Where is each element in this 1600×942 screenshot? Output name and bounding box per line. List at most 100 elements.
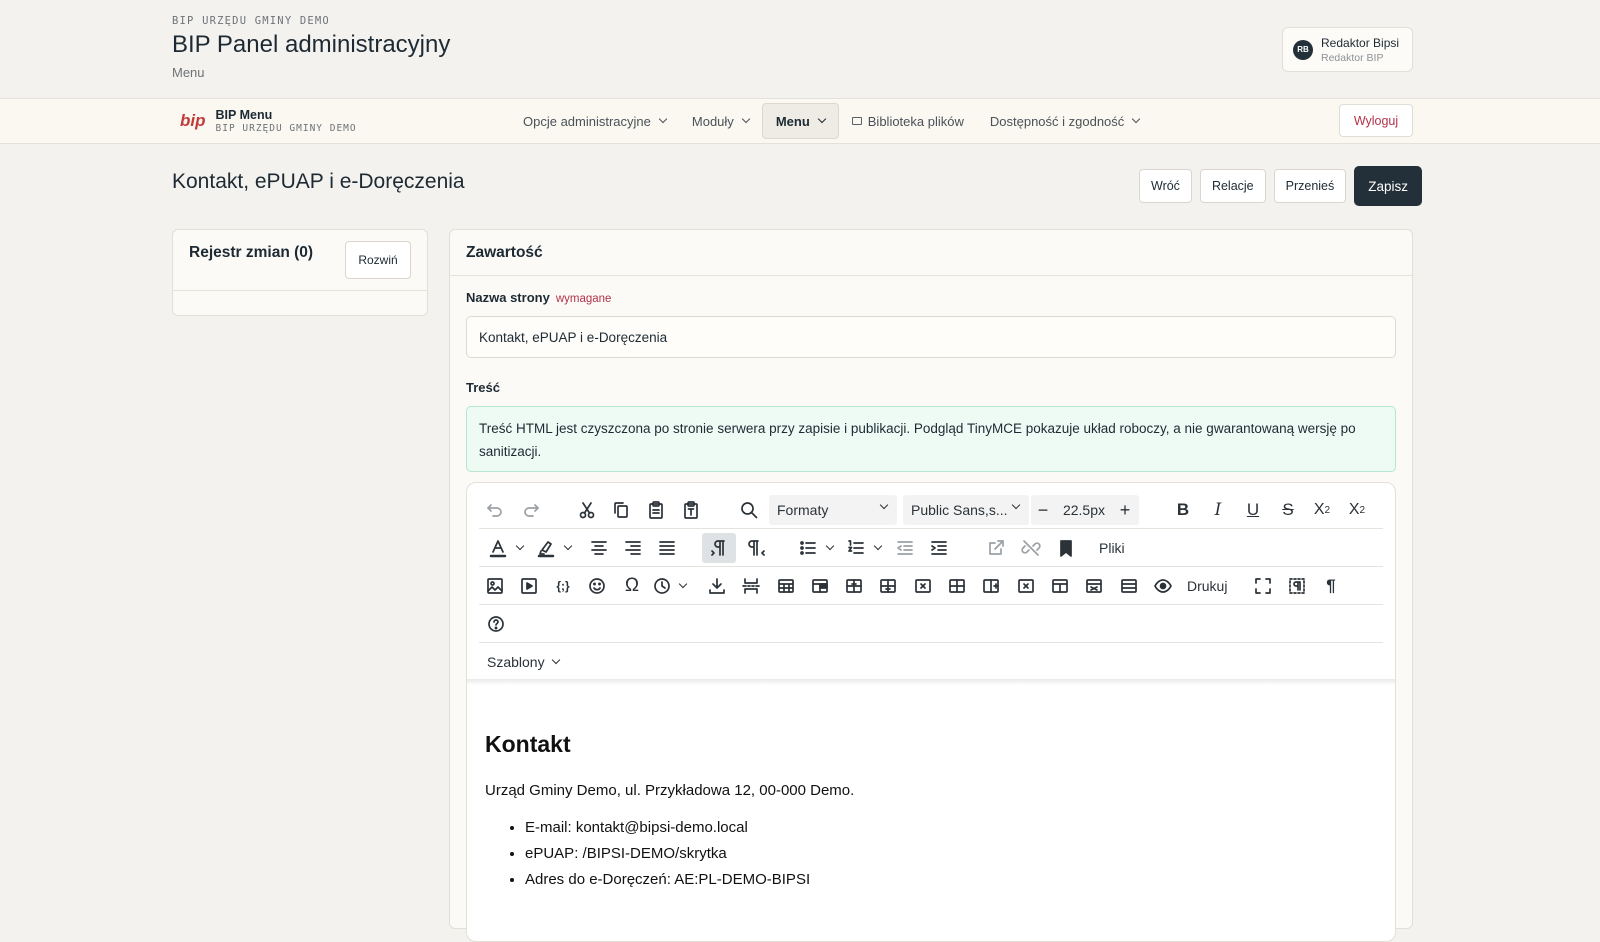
code-sample-icon[interactable]: {;} xyxy=(547,567,579,605)
increase-font-size-icon[interactable]: + xyxy=(1113,500,1137,521)
insert-column-after-icon[interactable] xyxy=(975,567,1007,605)
user-role: Redaktor BIP xyxy=(1321,51,1384,64)
italic-icon[interactable]: I xyxy=(1202,491,1234,529)
templates-menu[interactable]: Szablony xyxy=(487,643,560,681)
editor-content[interactable]: Kontakt Urząd Gminy Demo, ul. Przykładow… xyxy=(485,731,854,893)
nav-item-file-library[interactable]: Biblioteka plików xyxy=(839,103,977,139)
insert-content-icon[interactable] xyxy=(701,567,733,605)
date-time-dropdown[interactable] xyxy=(676,567,690,605)
expand-button[interactable]: Rozwiń xyxy=(345,241,411,279)
relations-button[interactable]: Relacje xyxy=(1199,169,1266,203)
nav-item-accessibility[interactable]: Dostępność i zgodność xyxy=(977,103,1152,139)
toolbar-row-2: Pliki xyxy=(479,529,1383,567)
image-icon[interactable] xyxy=(479,567,511,605)
font-size-stepper[interactable]: − 22.5px + xyxy=(1031,495,1139,525)
align-center-icon[interactable] xyxy=(583,529,615,567)
highlight-color-dropdown[interactable] xyxy=(561,529,575,567)
nav-item-menu[interactable]: Menu xyxy=(761,103,839,139)
outdent-icon[interactable] xyxy=(889,529,921,567)
formats-select[interactable]: Formaty xyxy=(769,495,897,525)
strikethrough-icon[interactable]: S xyxy=(1272,491,1304,529)
delete-column-icon[interactable] xyxy=(1010,567,1042,605)
toolbar-row-1: Formaty Public Sans,s... − 22.5px + B I … xyxy=(479,491,1383,529)
numbered-list-dropdown[interactable] xyxy=(871,529,885,567)
align-right-icon[interactable] xyxy=(617,529,649,567)
emoji-icon[interactable] xyxy=(581,567,613,605)
bullet-list-icon[interactable] xyxy=(795,529,821,567)
nav-item-label: Moduły xyxy=(691,113,734,129)
subscript-icon[interactable]: X2 xyxy=(1306,491,1338,529)
delete-table-icon[interactable] xyxy=(1113,567,1145,605)
split-cells-icon[interactable] xyxy=(1044,567,1076,605)
nav-item-label: Menu xyxy=(775,113,810,129)
bold-icon[interactable]: B xyxy=(1167,491,1199,529)
media-icon[interactable] xyxy=(513,567,545,605)
paste-icon[interactable] xyxy=(640,491,672,529)
chevron-down-icon xyxy=(1132,114,1141,124)
highlight-color-icon[interactable] xyxy=(533,529,559,567)
files-button[interactable]: Pliki xyxy=(1099,529,1125,567)
search-icon[interactable] xyxy=(733,491,765,529)
top-header: BIP URZĘDU GMINY DEMO BIP Panel administ… xyxy=(0,0,1600,99)
bip-logo: bip xyxy=(180,111,206,130)
main-nav: bip BIP Menu BIP URZĘDU GMINY DEMO Opcje… xyxy=(0,99,1600,144)
bullet-list-dropdown[interactable] xyxy=(823,529,837,567)
chevron-down-icon xyxy=(678,579,688,589)
table-cell-props-icon[interactable] xyxy=(804,567,836,605)
insert-row-before-icon[interactable] xyxy=(838,567,870,605)
copy-icon[interactable] xyxy=(605,491,637,529)
save-button[interactable]: Zapisz xyxy=(1354,166,1423,206)
chevron-down-icon xyxy=(741,114,751,124)
page-break-icon[interactable] xyxy=(735,567,767,605)
text-color-icon[interactable] xyxy=(485,529,511,567)
superscript-icon[interactable]: X2 xyxy=(1341,491,1373,529)
required-badge: wymagane xyxy=(555,293,612,305)
nav-item-modules[interactable]: Moduły xyxy=(679,103,762,139)
preview-icon[interactable] xyxy=(1147,567,1179,605)
redo-icon[interactable] xyxy=(515,491,547,529)
paste-text-icon[interactable] xyxy=(675,491,707,529)
content-panel: Zawartość Nazwa strony wymagane Kontakt, … xyxy=(449,229,1413,942)
table-icon[interactable] xyxy=(770,567,802,605)
align-justify-icon[interactable] xyxy=(651,529,683,567)
bookmark-icon[interactable] xyxy=(1051,529,1081,567)
text-color-dropdown[interactable] xyxy=(513,529,527,567)
page-actions: Wróć Relacje Przenieś Zapisz xyxy=(1139,166,1423,206)
nav-item-label: Opcje administracyjne xyxy=(523,113,651,129)
font-size-value: 22.5px xyxy=(1062,502,1106,518)
special-character-icon[interactable]: Ω xyxy=(616,567,648,605)
delete-row-icon[interactable] xyxy=(907,567,939,605)
indent-icon[interactable] xyxy=(923,529,955,567)
help-icon[interactable] xyxy=(483,605,509,643)
merge-cells-icon[interactable] xyxy=(1078,567,1110,605)
sanitization-notice: Treść HTML jest czyszczona po stronie se… xyxy=(466,406,1396,472)
font-family-select[interactable]: Public Sans,s... xyxy=(903,495,1029,525)
undo-icon[interactable] xyxy=(479,491,511,529)
ltr-direction-icon[interactable] xyxy=(702,533,736,563)
fullscreen-icon[interactable] xyxy=(1247,567,1279,605)
underline-icon[interactable]: U xyxy=(1237,491,1269,529)
move-button[interactable]: Przenieś xyxy=(1273,169,1347,203)
print-button[interactable]: Drukuj xyxy=(1187,567,1227,605)
nav-item-label: Biblioteka plików xyxy=(867,113,964,129)
back-button[interactable]: Wróć xyxy=(1139,169,1192,203)
visual-blocks-icon[interactable] xyxy=(1281,567,1313,605)
rtl-direction-icon[interactable] xyxy=(741,529,773,567)
unlink-icon[interactable] xyxy=(1015,529,1047,567)
decrease-font-size-icon[interactable]: − xyxy=(1031,500,1055,521)
brand[interactable]: bip BIP Menu BIP URZĘDU GMINY DEMO xyxy=(180,108,357,134)
logout-button[interactable]: Wyloguj xyxy=(1339,104,1413,137)
show-invisibles-icon[interactable]: ¶ xyxy=(1315,567,1347,605)
doc-address: Urząd Gminy Demo, ul. Przykładowa 12, 00… xyxy=(485,782,855,799)
chevron-down-icon xyxy=(551,655,560,665)
user-menu[interactable]: RB Redaktor Bipsi Redaktor BIP xyxy=(1282,27,1413,72)
insert-row-after-icon[interactable] xyxy=(872,567,904,605)
page-name-input[interactable]: Kontakt, ePUAP i e-Doręczenia xyxy=(466,316,1396,358)
date-time-icon[interactable] xyxy=(649,567,675,605)
insert-column-before-icon[interactable] xyxy=(941,567,973,605)
open-link-icon[interactable] xyxy=(981,529,1011,567)
folder-icon xyxy=(851,117,862,125)
cut-icon[interactable] xyxy=(571,491,603,529)
nav-item-admin-options[interactable]: Opcje administracyjne xyxy=(510,103,679,139)
numbered-list-icon[interactable] xyxy=(843,529,869,567)
